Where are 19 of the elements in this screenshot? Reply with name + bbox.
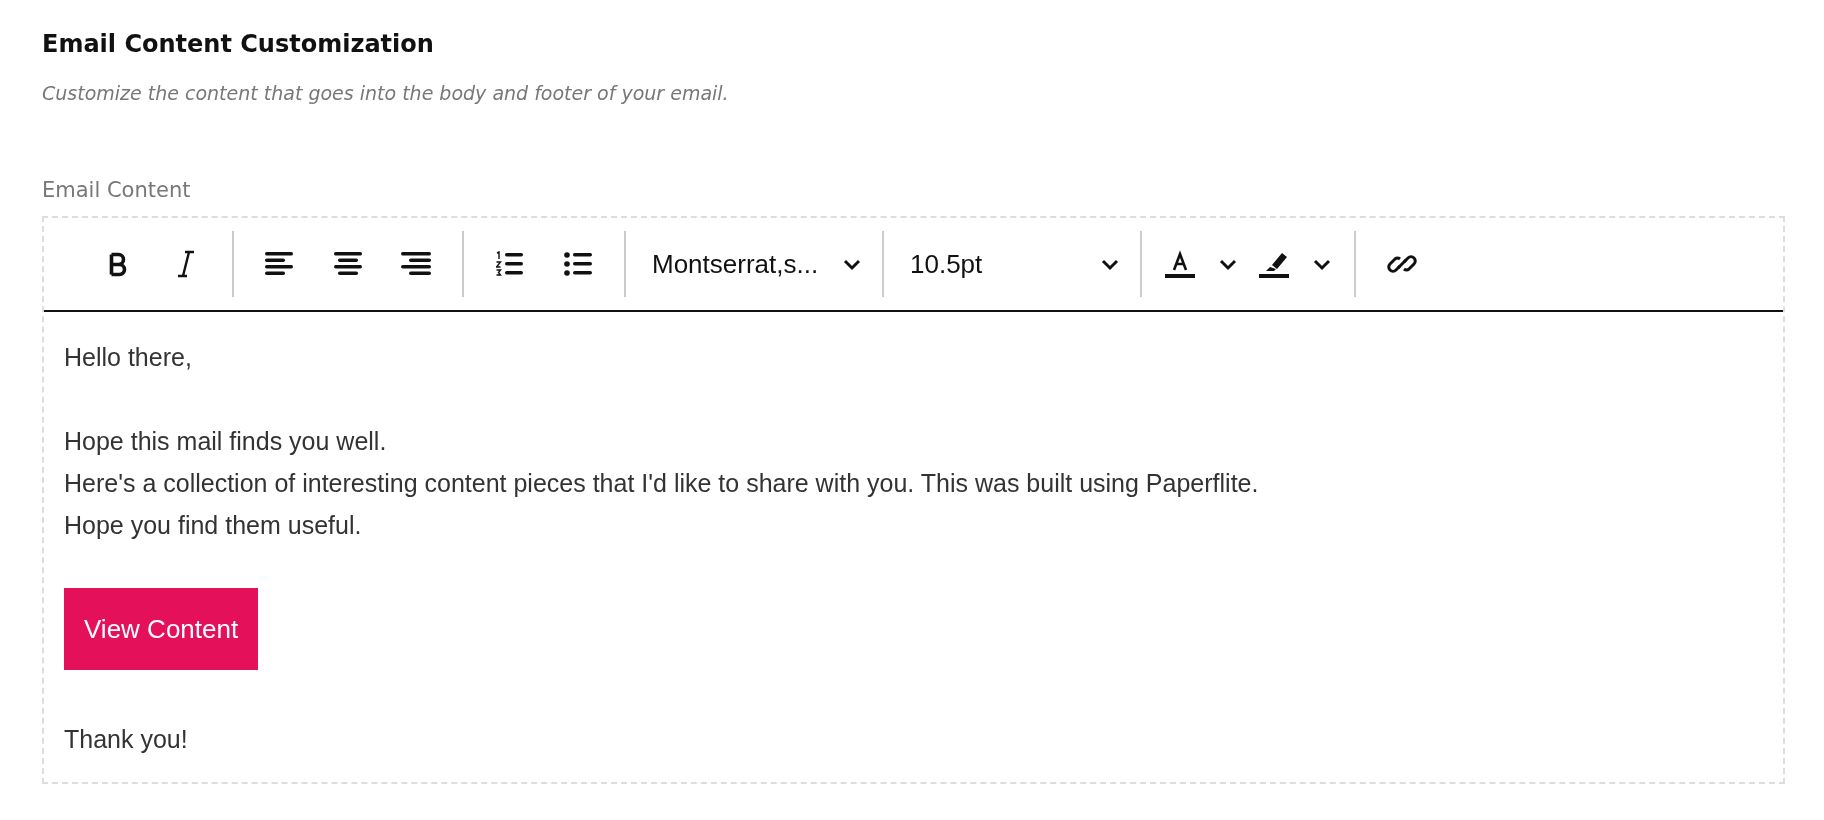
body-text: Hope you find them useful.	[64, 510, 363, 541]
font-size-dropdown[interactable]: 10.5pt	[896, 240, 1128, 288]
field-label: Email Content	[42, 178, 192, 202]
align-left-icon	[265, 252, 295, 276]
align-center-icon	[333, 252, 363, 276]
view-content-button[interactable]: View Content	[64, 588, 259, 670]
font-family-dropdown[interactable]: Montserrat,s...	[638, 240, 870, 288]
section-description: Customize the content that goes into the body and footer of your email.	[42, 82, 730, 104]
body-text: Hello there,	[64, 342, 193, 373]
bulleted-list-icon	[564, 251, 592, 277]
numbered-list-icon	[496, 251, 524, 277]
body-text: Here's a collection of interesting content pieces that I'd like to share with you. This was built using Paperflite.	[64, 468, 1260, 499]
text-color-icon	[1164, 249, 1196, 279]
align-right-icon	[401, 252, 431, 276]
bold-icon	[107, 251, 129, 277]
italic-icon	[177, 250, 195, 278]
body-text: Thank you!	[64, 724, 189, 755]
section-title: Email Content Customization	[42, 30, 435, 58]
body-text: Hope this mail finds you well.	[64, 426, 388, 457]
